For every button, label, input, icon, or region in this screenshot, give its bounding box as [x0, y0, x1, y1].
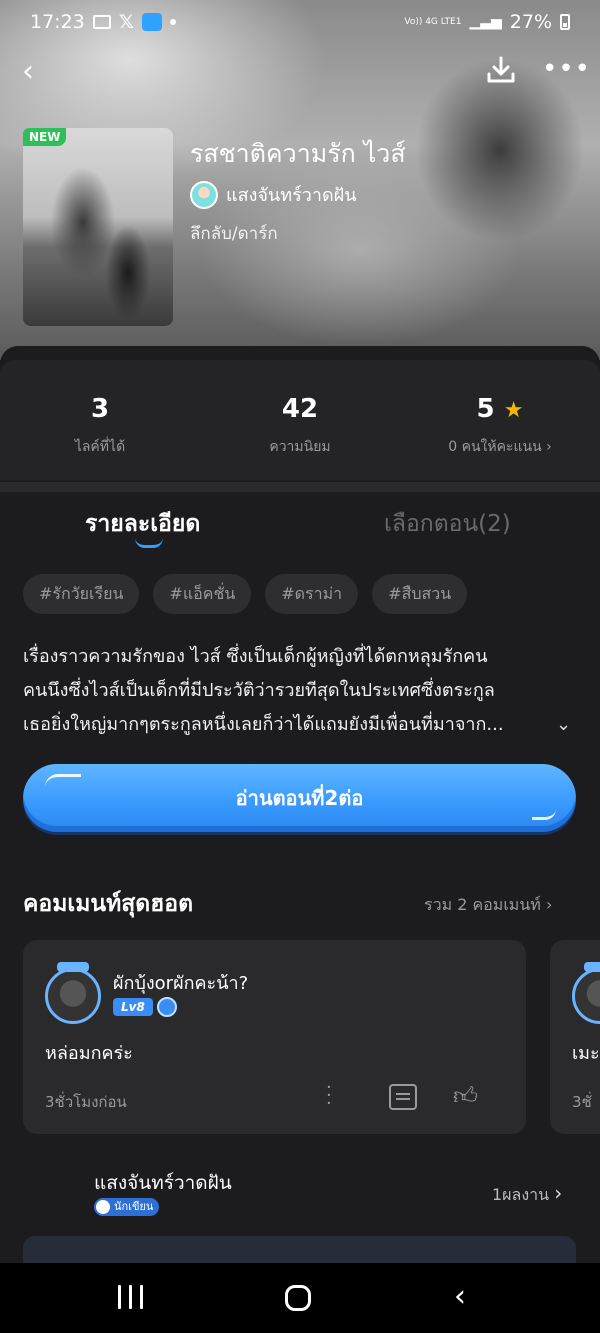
stat-rating-value-row: 5 ★ [400, 394, 600, 424]
more-vertical-icon[interactable]: · · · [326, 1079, 332, 1113]
comment-time: 3ชั่ [572, 1093, 592, 1111]
stat-popularity-value: 42 [281, 394, 319, 424]
chevron-right-icon: › [546, 439, 552, 455]
gallery-icon [92, 15, 111, 29]
writer-badge: นักเขียน [94, 1198, 160, 1216]
comment-text: หล่อมกคร่ะ [45, 1043, 133, 1064]
synopsis-line: เธอยิ่งใหญ่มากๆตระกูลหนึ่งเลยก็ว่าได้แถม… [23, 714, 504, 735]
level-badge: Lv8 [113, 998, 153, 1016]
status-bar: 17:23 𝕏 Vo)) 4G LTE1 ▁▃▅ 27% [0, 0, 600, 44]
comment-text: เมะ [572, 1043, 600, 1064]
battery-icon [560, 14, 570, 30]
recent-apps-icon[interactable] [118, 1285, 144, 1309]
star-icon: ★ [503, 398, 524, 423]
tag-chip[interactable]: #แอ็คชั่น [153, 574, 252, 614]
pen-icon [96, 1200, 110, 1214]
novel-app-icon [142, 13, 163, 31]
tab-details[interactable]: รายละเอียด [85, 506, 200, 542]
tag-chip[interactable]: #สืบสวน [372, 574, 468, 614]
stat-rating-value: 5 [476, 394, 495, 424]
thumbs-up-icon[interactable]: 👍︎ [453, 1082, 478, 1111]
comment-card[interactable]: ผักบุ้งorผักคะน้า? Lv8 หล่อมกคร่ะ 3ชั่วโ… [23, 940, 526, 1134]
more-options-button[interactable]: ••• [542, 54, 591, 84]
tab-active-indicator [135, 538, 163, 548]
synopsis: เรื่องราวความรักของ ไวส์ ซึ่งเป็นเด็กผู้… [23, 640, 553, 742]
author-works-label: 1ผลงาน [492, 1185, 550, 1204]
synopsis-line: เรื่องราวความรักของ ไวส์ ซึ่งเป็นเด็กผู้… [23, 646, 488, 667]
stat-likes-label: ไลค์ที่ได้ [74, 439, 126, 455]
comment-time: 3ชั่วโมงก่อน [45, 1093, 127, 1111]
tag-chip[interactable]: #รักวัยเรียน [23, 574, 140, 614]
top-nav: ‹ ••• [0, 50, 600, 90]
notification-dot-icon [170, 19, 177, 25]
author-name: แสงจันทร์วาดฝัน [226, 185, 357, 206]
tag-chip[interactable]: #ดราม่า [265, 574, 359, 614]
back-nav-icon[interactable]: ‹ [454, 1279, 466, 1314]
reply-icon[interactable] [389, 1084, 417, 1110]
new-badge: NEW [23, 128, 67, 146]
comment-card[interactable]: เมะ 3ชั่ [550, 940, 600, 1134]
stat-rating-label-row: 0 คนให้คะแนน › [400, 436, 600, 458]
genre-label[interactable]: ลึกลับ/ดาร์ก [190, 220, 278, 247]
stat-rating[interactable]: 5 ★ 0 คนให้คะแนน › [400, 394, 600, 458]
section-divider [0, 482, 600, 492]
author-avatar [190, 180, 218, 209]
back-button[interactable]: ‹ [22, 54, 34, 89]
synopsis-line: คนนึงซึ่งไวส์เป็นเด็กที่มีประวัติว่ารวยท… [23, 680, 495, 701]
status-left: 17:23 𝕏 [30, 11, 177, 33]
writer-badge-label: นักเขียน [114, 1200, 154, 1213]
network-label: Vo)) 4G LTE1 [404, 17, 462, 27]
expand-chevron-icon[interactable]: ⌄ [556, 714, 571, 735]
comments-title: คอมเมนท์สุดฮอต [23, 891, 194, 917]
tab-episodes[interactable]: เลือกตอน(2) [384, 506, 511, 542]
home-icon[interactable] [285, 1285, 311, 1311]
comments-total-label: รวม 2 คอมเมนท์ [424, 895, 541, 914]
signal-icon: ▁▃▅ [469, 14, 502, 30]
verified-badge-icon [157, 997, 177, 1017]
download-icon[interactable] [485, 55, 517, 85]
status-time: 17:23 [30, 11, 85, 33]
author-link[interactable]: แสงจันทร์วาดฝัน [190, 180, 357, 209]
stat-likes: 3 ไลค์ที่ได้ [0, 394, 200, 458]
continue-reading-label: อ่านตอนที่2ต่อ [235, 786, 364, 810]
stat-rating-label: 0 คนให้คะแนน [448, 439, 542, 455]
commenter-name[interactable]: ผักบุ้งorผักคะน้า? [113, 968, 248, 997]
system-nav-bar: ‹ [0, 1263, 600, 1333]
author-works-link[interactable]: 1ผลงาน › [492, 1181, 562, 1208]
stat-popularity-label: ความนิยม [269, 439, 331, 455]
tabs: รายละเอียด เลือกตอน(2) [0, 500, 600, 560]
book-cover[interactable] [23, 128, 173, 326]
tag-list: #รักวัยเรียน #แอ็คชั่น #ดราม่า #สืบสวน [23, 574, 468, 614]
chevron-right-icon: › [554, 1181, 563, 1205]
battery-percent: 27% [509, 11, 552, 33]
x-icon: 𝕏 [118, 11, 135, 33]
stat-popularity: 42 ความนิยม [200, 394, 400, 458]
status-right: Vo)) 4G LTE1 ▁▃▅ 27% [404, 11, 570, 33]
comments-total-link[interactable]: รวม 2 คอมเมนท์ › [424, 893, 552, 918]
author-section-name[interactable]: แสงจันทร์วาดฝัน [94, 1168, 232, 1198]
writer-frame-icon [57, 962, 89, 972]
chevron-right-icon: › [545, 895, 553, 914]
writer-frame-icon [584, 962, 600, 972]
stat-likes-value: 3 [90, 394, 110, 424]
book-title: รสชาติความรัก ไวส์ [190, 139, 406, 168]
commenter-avatar[interactable] [572, 968, 600, 1024]
stats-panel: 3 ไลค์ที่ได้ 42 ความนิยม 5 ★ 0 คนให้คะแน… [0, 360, 600, 480]
continue-reading-button[interactable]: อ่านตอนที่2ต่อ [23, 764, 576, 832]
commenter-avatar[interactable] [45, 968, 101, 1024]
